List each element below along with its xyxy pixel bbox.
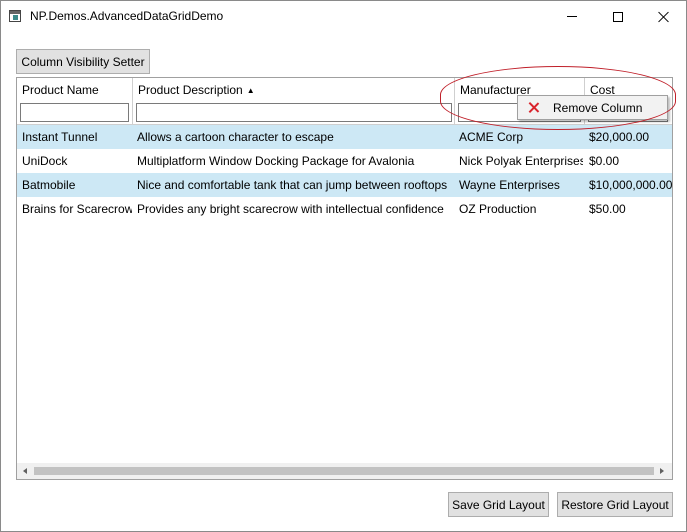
minimize-icon	[567, 16, 577, 17]
close-icon	[658, 11, 670, 23]
column-header-label: Product Description	[138, 83, 243, 97]
table-row[interactable]: Instant Tunnel Allows a cartoon characte…	[17, 125, 672, 149]
column-header-label: Product Name	[22, 83, 99, 97]
cell-cost: $0.00	[589, 154, 620, 168]
cell-product-name: Brains for Scarecrow	[22, 202, 132, 216]
minimize-button[interactable]	[549, 1, 595, 32]
column-header-label-wrap: Product Description ▲	[138, 83, 255, 97]
cell-product-name: Batmobile	[22, 178, 76, 192]
column-header-product-name[interactable]: Product Name	[17, 78, 133, 124]
column-visibility-setter-button[interactable]: Column Visibility Setter	[16, 49, 150, 74]
save-grid-layout-button[interactable]: Save Grid Layout	[448, 492, 549, 517]
cell-cost: $20,000.00	[589, 130, 650, 144]
column-header-product-description[interactable]: Product Description ▲	[133, 78, 455, 124]
cell-cost: $50.00	[589, 202, 626, 216]
cell-manufacturer: ACME Corp	[459, 130, 524, 144]
restore-grid-layout-button[interactable]: Restore Grid Layout	[557, 492, 673, 517]
maximize-button[interactable]	[595, 1, 641, 32]
sort-ascending-icon: ▲	[246, 86, 255, 95]
table-row[interactable]: Batmobile Nice and comfortable tank that…	[17, 173, 672, 197]
horizontal-scrollbar[interactable]	[17, 463, 672, 479]
cell-product-description: Provides any bright scarecrow with intel…	[137, 202, 444, 216]
cell-product-name: UniDock	[22, 154, 68, 168]
column-context-menu: Remove Column	[517, 95, 668, 120]
cell-cost: $10,000,000.00	[589, 178, 672, 192]
filter-input-product-name[interactable]	[20, 103, 129, 122]
close-window-button[interactable]	[641, 1, 687, 32]
cell-product-description: Allows a cartoon character to escape	[137, 130, 334, 144]
cell-product-name: Instant Tunnel	[22, 130, 98, 144]
cell-manufacturer: Wayne Enterprises	[459, 178, 560, 192]
cell-manufacturer: Nick Polyak Enterprises	[459, 154, 583, 168]
cell-product-description: Multiplatform Window Docking Package for…	[137, 154, 415, 168]
cell-product-description: Nice and comfortable tank that can jump …	[137, 178, 448, 192]
close-icon	[528, 102, 539, 113]
table-row[interactable]: UniDock Multiplatform Window Docking Pac…	[17, 149, 672, 173]
title-bar[interactable]: NP.Demos.AdvancedDataGridDemo	[1, 1, 686, 32]
scrollbar-thumb[interactable]	[34, 467, 654, 475]
filter-input-product-description[interactable]	[136, 103, 452, 122]
scroll-left-icon[interactable]	[23, 468, 27, 474]
cell-manufacturer: OZ Production	[459, 202, 537, 216]
window-title: NP.Demos.AdvancedDataGridDemo	[30, 9, 224, 23]
data-grid: Product Name Product Description ▲ Manufa…	[16, 77, 673, 480]
scroll-right-icon[interactable]	[660, 468, 664, 474]
app-window: NP.Demos.AdvancedDataGridDemo Column Vis…	[0, 0, 687, 532]
remove-column-menu-item[interactable]: Remove Column	[553, 101, 642, 115]
table-row[interactable]: Brains for Scarecrow Provides any bright…	[17, 197, 672, 221]
app-icon	[9, 10, 21, 22]
maximize-icon	[613, 11, 623, 22]
